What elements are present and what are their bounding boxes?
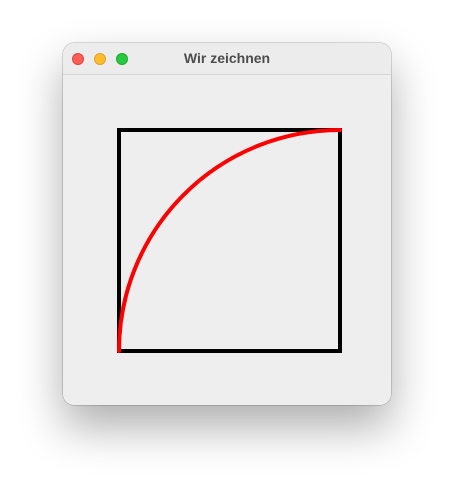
quarter-arc <box>117 128 342 353</box>
app-window: Wir zeichnen <box>63 43 391 405</box>
window-title: Wir zeichnen <box>183 50 271 66</box>
drawing-area <box>63 75 391 405</box>
drawing-canvas <box>117 128 342 353</box>
square-outline <box>117 128 342 353</box>
title-bar[interactable]: Wir zeichnen <box>63 43 391 75</box>
